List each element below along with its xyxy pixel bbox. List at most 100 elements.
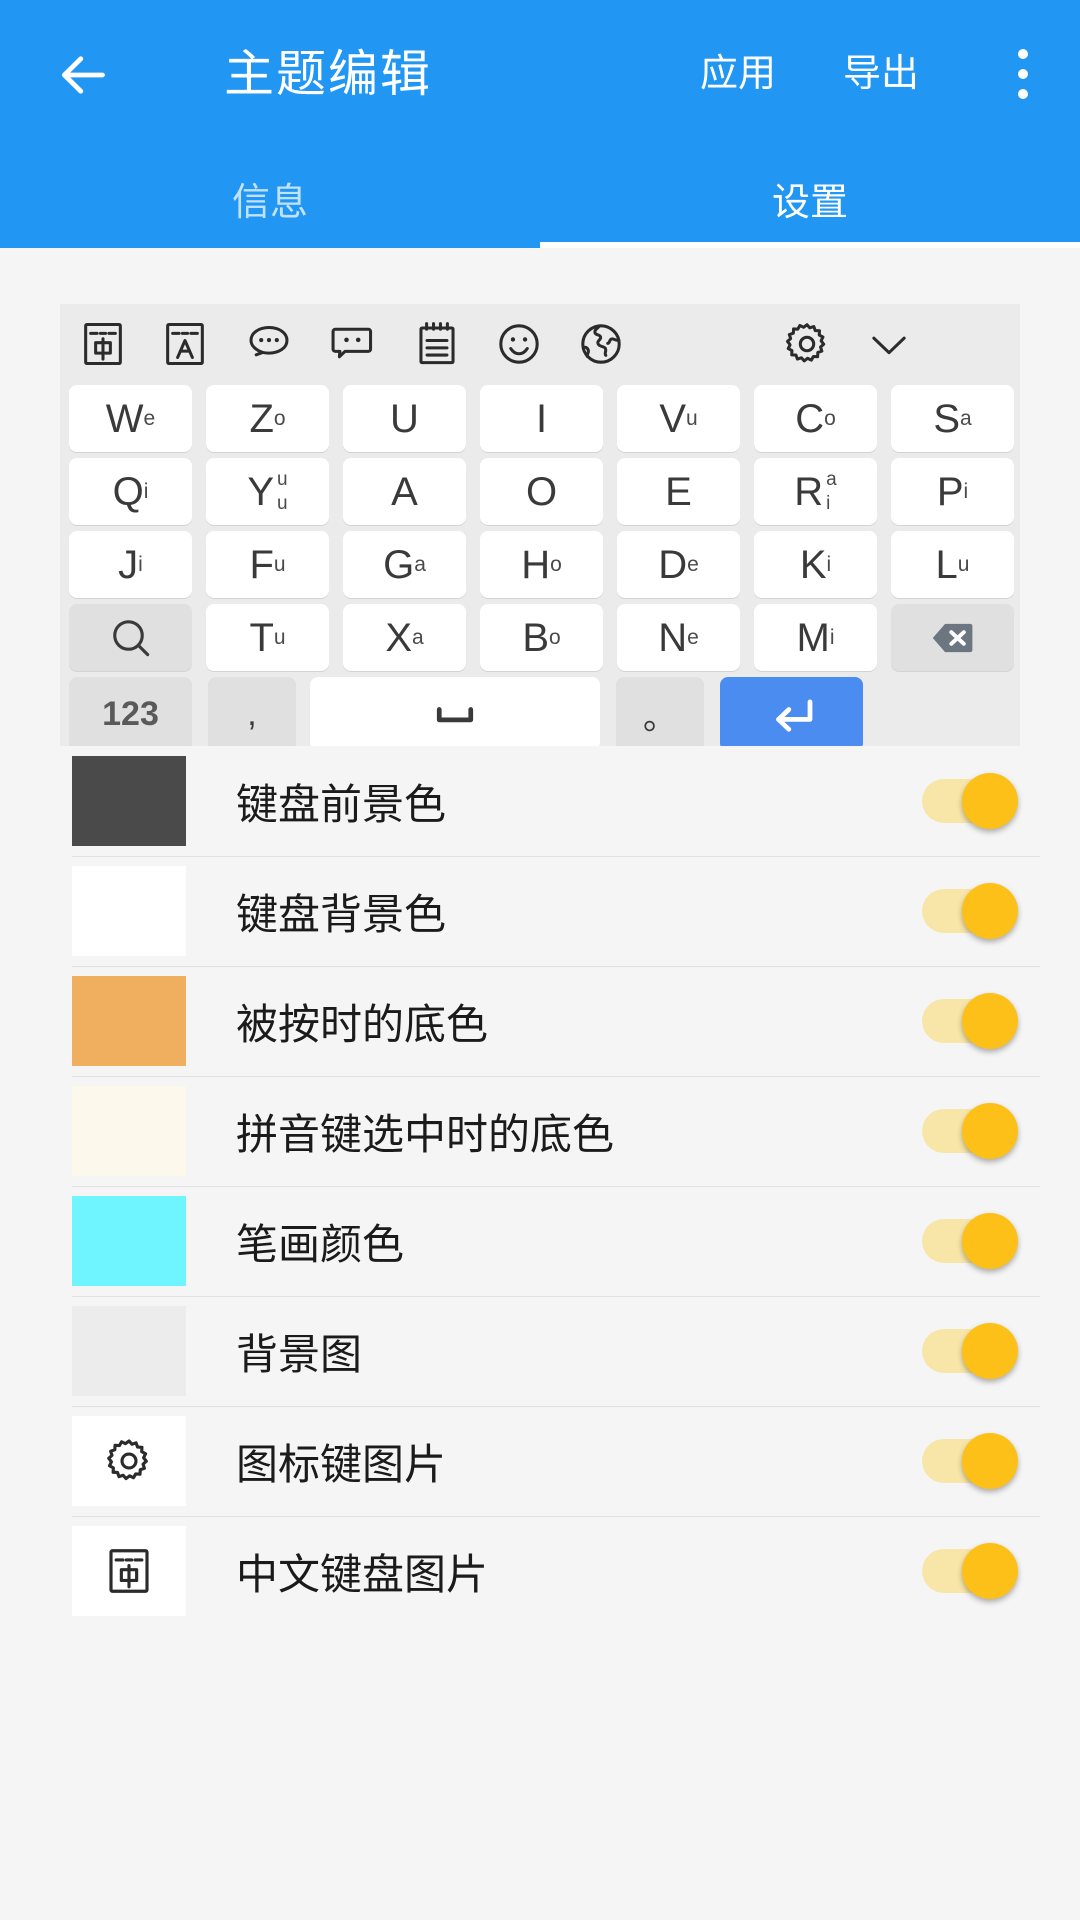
tab-settings[interactable]: 设置 (540, 148, 1080, 248)
key-t[interactable]: Tu (206, 604, 329, 671)
page-title: 主题编辑 (224, 46, 432, 102)
settings-row[interactable]: 被按时的底色 (0, 966, 1080, 1076)
color-swatch[interactable] (72, 1196, 186, 1286)
overflow-menu-button[interactable] (985, 36, 1061, 112)
key-j[interactable]: Ji (69, 531, 192, 598)
settings-row[interactable]: 键盘前景色 (0, 746, 1080, 856)
key-s[interactable]: Sa (891, 385, 1014, 452)
key-r[interactable]: Rai (754, 458, 877, 525)
keyboard-toolbar-smiley-icon[interactable] (492, 318, 546, 370)
theme-editor-screen: 主题编辑 应用 导出 信息 设置 WeZoUIVuCoSaQiYuuAOERai… (0, 0, 1080, 1920)
keyboard-row: JiFuGaHoDeKiLu (60, 528, 1020, 601)
settings-row-toggle[interactable] (922, 1323, 1018, 1379)
settings-row[interactable]: 背景图 (0, 1296, 1080, 1406)
toggle-thumb (962, 883, 1018, 939)
key-v[interactable]: Vu (617, 385, 740, 452)
key-n[interactable]: Ne (617, 604, 740, 671)
toggle-thumb (962, 773, 1018, 829)
color-swatch[interactable] (72, 1416, 186, 1506)
tab-info[interactable]: 信息 (0, 148, 540, 248)
key-y[interactable]: Yuu (206, 458, 329, 525)
key-space[interactable] (310, 677, 600, 751)
color-swatch[interactable] (72, 1526, 186, 1616)
keyboard-toolbar-clipboard-icon[interactable] (410, 318, 464, 370)
keyboard-toolbar-globe-icon[interactable] (574, 318, 628, 370)
key-f[interactable]: Fu (206, 531, 329, 598)
key-backspace[interactable] (891, 604, 1014, 671)
key-numeric-mode[interactable]: 123 (69, 677, 192, 751)
settings-row-toggle[interactable] (922, 1103, 1018, 1159)
key-o[interactable]: O (480, 458, 603, 525)
keyboard-toolbar-speech-bubble-icon[interactable] (326, 318, 380, 370)
keyboard-row: QiYuuAOERaiPi (60, 455, 1020, 528)
key-x[interactable]: Xa (343, 604, 466, 671)
color-swatch[interactable] (72, 866, 186, 956)
settings-row-label: 被按时的底色 (236, 1000, 489, 1048)
key-enter[interactable] (720, 677, 863, 751)
settings-row-toggle[interactable] (922, 883, 1018, 939)
keyboard-key-rows: WeZoUIVuCoSaQiYuuAOERaiPiJiFuGaHoDeKiLuT… (60, 382, 1020, 754)
chinese-input-icon (101, 1544, 157, 1598)
key-a[interactable]: A (343, 458, 466, 525)
key-w[interactable]: We (69, 385, 192, 452)
key-d[interactable]: De (617, 531, 740, 598)
key-p[interactable]: Pi (891, 458, 1014, 525)
key-e[interactable]: E (617, 458, 740, 525)
key-l[interactable]: Lu (891, 531, 1014, 598)
keyboard-toolbar-gear-icon[interactable] (780, 318, 834, 370)
key-c[interactable]: Co (754, 385, 877, 452)
keyboard-toolbar (60, 304, 1020, 382)
app-bar: 主题编辑 应用 导出 (0, 0, 1080, 148)
key-search[interactable] (69, 604, 192, 671)
settings-row[interactable]: 笔画颜色 (0, 1186, 1080, 1296)
key-k[interactable]: Ki (754, 531, 877, 598)
key-h[interactable]: Ho (480, 531, 603, 598)
settings-row-toggle[interactable] (922, 1543, 1018, 1599)
settings-row[interactable]: 图标键图片 (0, 1406, 1080, 1516)
key-punct-period[interactable]: 。 (616, 677, 704, 751)
toggle-thumb (962, 1543, 1018, 1599)
search-icon (105, 613, 157, 663)
color-swatch[interactable] (72, 976, 186, 1066)
key-punct-comma[interactable]: , (208, 677, 296, 751)
toggle-thumb (962, 1323, 1018, 1379)
settings-row-toggle[interactable] (922, 1433, 1018, 1489)
color-swatch[interactable] (72, 1086, 186, 1176)
space-icon (427, 687, 483, 741)
key-m[interactable]: Mi (754, 604, 877, 671)
gear-icon (101, 1434, 157, 1488)
toggle-thumb (962, 1213, 1018, 1269)
toggle-thumb (962, 1433, 1018, 1489)
settings-list[interactable]: 键盘前景色键盘背景色被按时的底色拼音键选中时的底色 笔画颜色背景图图标键图片 中文键… (0, 746, 1080, 1920)
arrow-left-icon (57, 49, 109, 101)
keyboard-row: WeZoUIVuCoSa (60, 382, 1020, 455)
keyboard-toolbar-latin-input-icon[interactable] (158, 318, 212, 370)
keyboard-toolbar-chevron-down-icon[interactable] (862, 318, 916, 370)
back-button[interactable] (40, 32, 126, 118)
more-vertical-icon (1018, 49, 1028, 59)
settings-row-toggle[interactable] (922, 1213, 1018, 1269)
key-q[interactable]: Qi (69, 458, 192, 525)
settings-row[interactable]: 拼音键选中时的底色 (0, 1076, 1080, 1186)
enter-icon (764, 687, 820, 741)
settings-row[interactable]: 中文键盘图片 (0, 1516, 1080, 1626)
key-u[interactable]: U (343, 385, 466, 452)
settings-row-label: 背景图 (236, 1330, 363, 1378)
key-g[interactable]: Ga (343, 531, 466, 598)
key-i[interactable]: I (480, 385, 603, 452)
keyboard-toolbar-chinese-input-icon[interactable] (76, 318, 130, 370)
settings-row-toggle[interactable] (922, 773, 1018, 829)
settings-row-toggle[interactable] (922, 993, 1018, 1049)
more-vertical-icon (1018, 89, 1028, 99)
keyboard-toolbar-ellipsis-bubble-icon[interactable] (242, 318, 296, 370)
settings-row[interactable]: 键盘背景色 (0, 856, 1080, 966)
color-swatch[interactable] (72, 1306, 186, 1396)
keyboard-panel: WeZoUIVuCoSaQiYuuAOERaiPiJiFuGaHoDeKiLuT… (60, 304, 1020, 751)
key-b[interactable]: Bo (480, 604, 603, 671)
key-z[interactable]: Zo (206, 385, 329, 452)
color-swatch[interactable] (72, 756, 186, 846)
apply-button[interactable]: 应用 (700, 38, 776, 110)
toggle-thumb (962, 993, 1018, 1049)
export-button[interactable]: 导出 (843, 38, 919, 110)
settings-row-label: 键盘背景色 (236, 890, 447, 938)
